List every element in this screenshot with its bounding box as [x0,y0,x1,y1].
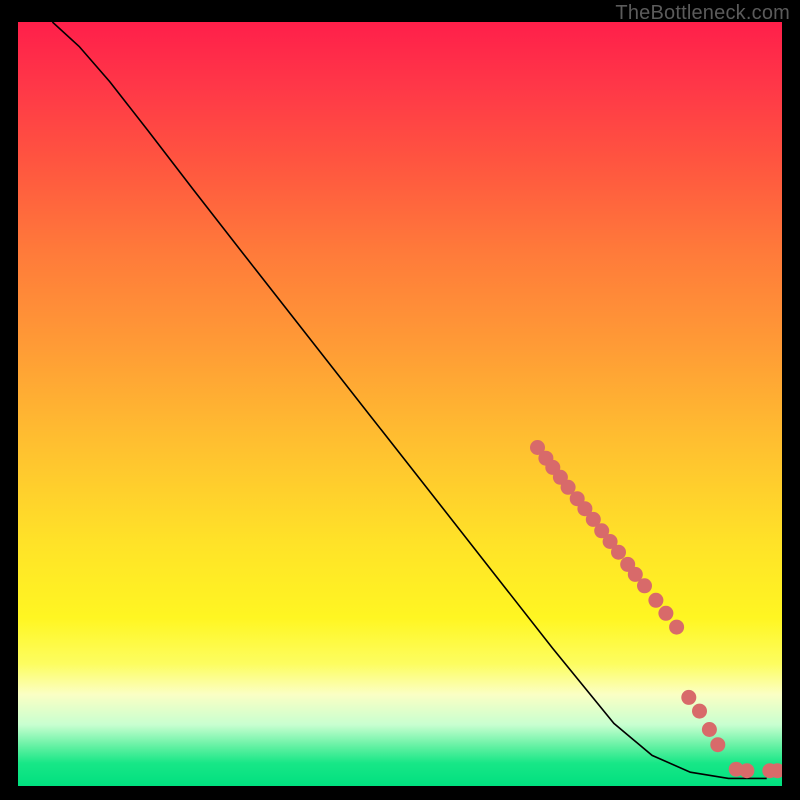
data-marker [710,737,725,752]
data-marker [637,578,652,593]
data-marker [669,620,684,635]
data-marker [611,545,626,560]
data-marker [681,690,696,705]
curve-line [52,22,766,778]
chart-frame: TheBottleneck.com [0,0,800,800]
data-marker [648,593,663,608]
watermark-text: TheBottleneck.com [615,2,790,25]
marker-group [530,440,782,778]
data-marker [658,606,673,621]
data-marker [702,722,717,737]
chart-overlay [18,22,782,786]
plot-area [18,22,782,786]
data-marker [692,704,707,719]
data-marker [739,763,754,778]
